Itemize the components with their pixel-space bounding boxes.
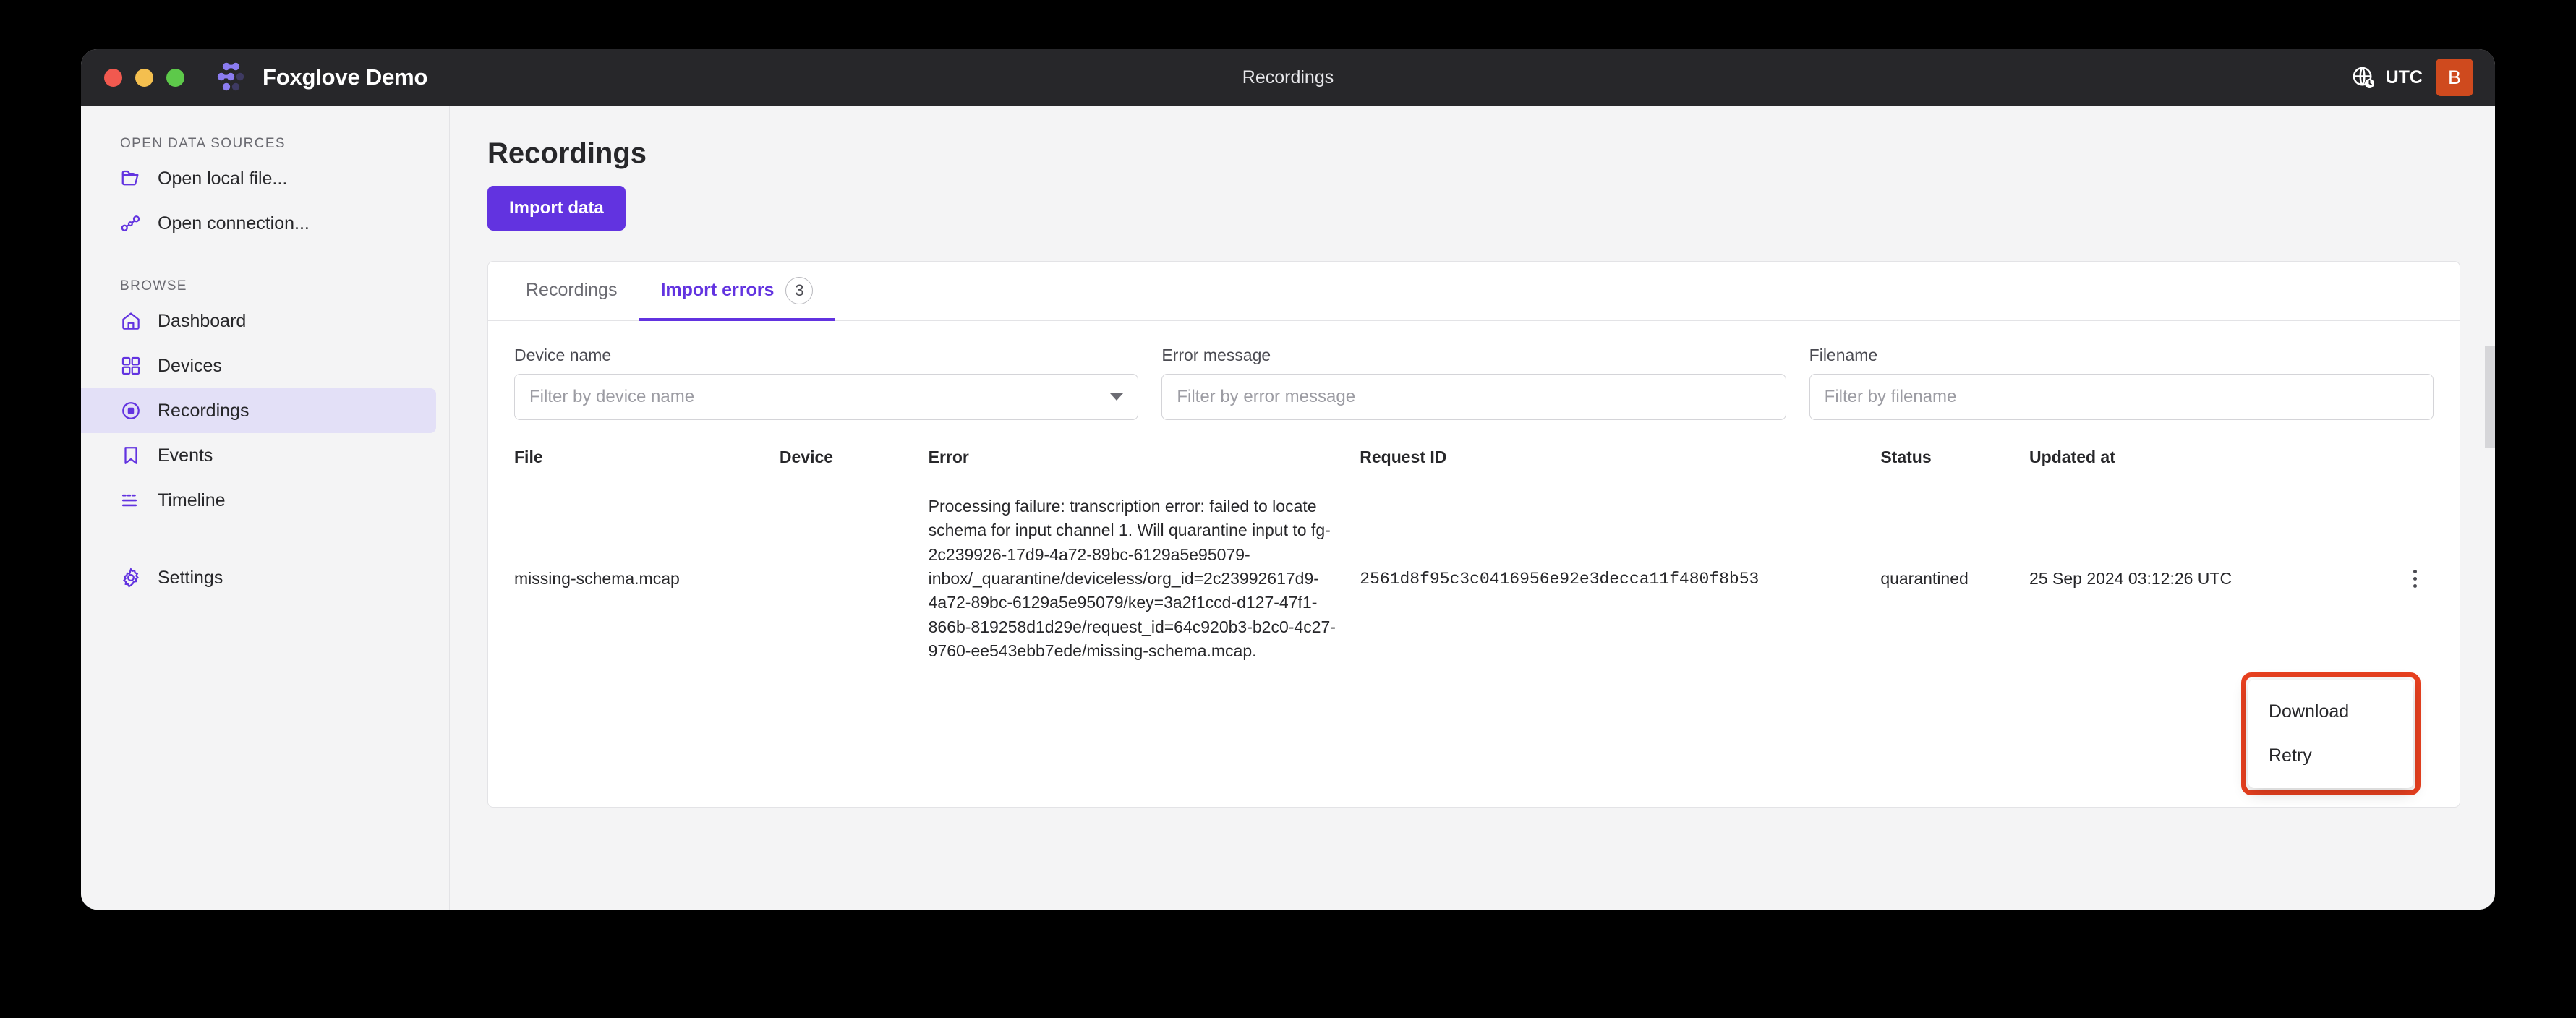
row-overflow-menu-button[interactable]	[2402, 567, 2427, 591]
app-title: Foxglove Demo	[263, 64, 427, 90]
filter-label: Device name	[514, 346, 1138, 365]
column-header-file: File	[488, 439, 771, 486]
close-window-button[interactable]	[104, 69, 122, 87]
sidebar-item-label: Timeline	[158, 490, 226, 511]
gear-icon	[120, 567, 142, 589]
page-title: Recordings	[487, 137, 2460, 170]
tab-import-errors[interactable]: Import errors 3	[639, 262, 835, 321]
timezone-button[interactable]: UTC	[2351, 65, 2423, 90]
import-data-button[interactable]: Import data	[487, 186, 626, 231]
tab-label: Import errors	[660, 280, 774, 301]
title-bar: Foxglove Demo Recordings UTC B	[81, 49, 2495, 106]
cell-file: missing-schema.mcap	[488, 486, 771, 672]
filename-input[interactable]: Filter by filename	[1809, 374, 2434, 420]
sidebar-section-open-data-sources: OPEN DATA SOURCES	[81, 136, 449, 156]
error-message-text: Processing failure: transcription error:…	[929, 495, 1343, 663]
tab-recordings[interactable]: Recordings	[504, 262, 639, 321]
page-scrollbar[interactable]	[2485, 346, 2495, 910]
sidebar-item-open-connection[interactable]: Open connection...	[81, 201, 436, 246]
connection-icon	[120, 213, 142, 234]
sidebar-section-browse: BROWSE	[81, 278, 449, 299]
table-header: File Device Error Request ID Status Upda…	[488, 439, 2460, 486]
cell-updated-at: 25 Sep 2024 03:12:26 UTC	[2021, 486, 2370, 672]
sidebar-item-open-local-file[interactable]: Open local file...	[81, 156, 436, 201]
bookmark-icon	[120, 445, 142, 466]
sidebar-item-recordings[interactable]: Recordings	[81, 388, 436, 433]
device-name-select-value: Filter by device name	[529, 387, 694, 407]
user-avatar[interactable]: B	[2436, 59, 2473, 96]
sidebar-item-events[interactable]: Events	[81, 433, 436, 478]
sidebar-item-label: Settings	[158, 568, 223, 589]
column-header-updated-at: Updated at	[2021, 439, 2370, 486]
import-errors-table: File Device Error Request ID Status Upda…	[488, 439, 2460, 672]
sidebar-item-label: Open connection...	[158, 213, 310, 234]
menu-item-retry[interactable]: Retry	[2248, 734, 2413, 778]
record-circle-icon	[120, 400, 142, 422]
cell-status: quarantined	[1872, 486, 2021, 672]
table-header-row: File Device Error Request ID Status Upda…	[488, 439, 2460, 486]
sidebar-item-dashboard[interactable]: Dashboard	[81, 299, 436, 343]
menu-item-download[interactable]: Download	[2248, 690, 2413, 734]
filter-label: Filename	[1809, 346, 2434, 365]
window-center-title: Recordings	[81, 67, 2495, 88]
cell-error: Processing failure: transcription error:…	[920, 486, 1352, 672]
home-icon	[120, 310, 142, 332]
column-header-status: Status	[1872, 439, 2021, 486]
tab-badge-count: 3	[785, 277, 813, 304]
timeline-icon	[120, 489, 142, 511]
row-context-menu-wrapper: Download Retry	[2241, 672, 2421, 795]
filter-error-message: Error message Filter by error message	[1161, 346, 1786, 420]
sidebar-item-label: Events	[158, 445, 213, 466]
tab-label: Recordings	[526, 280, 617, 301]
column-header-error: Error	[920, 439, 1352, 486]
window-body: OPEN DATA SOURCES Open local file...	[81, 106, 2495, 910]
cell-request-id: 2561d8f95c3c0416956e92e3decca11f480f8b53	[1351, 486, 1872, 672]
minimize-window-button[interactable]	[135, 69, 153, 87]
column-header-device: Device	[771, 439, 920, 486]
row-context-menu: Download Retry	[2248, 680, 2413, 788]
filter-label: Error message	[1161, 346, 1786, 365]
filter-filename: Filename Filter by filename	[1809, 346, 2434, 420]
cell-row-actions	[2371, 486, 2460, 672]
main-content: Recordings Import data Recordings Import…	[450, 106, 2495, 910]
annotation-highlight-box: Download Retry	[2241, 672, 2421, 795]
grid-icon	[120, 355, 142, 377]
globe-clock-icon	[2351, 65, 2376, 90]
error-message-input-placeholder: Filter by error message	[1177, 387, 1355, 407]
filter-device-name: Device name Filter by device name	[514, 346, 1138, 420]
timezone-label: UTC	[2386, 67, 2423, 88]
app-brand: Foxglove Demo	[215, 61, 427, 94]
sidebar-item-label: Open local file...	[158, 168, 287, 189]
app-window: Foxglove Demo Recordings UTC B OPE	[81, 49, 2495, 910]
foxglove-logo-icon	[215, 61, 248, 94]
cell-device	[771, 486, 920, 672]
tab-bar: Recordings Import errors 3	[488, 262, 2460, 321]
title-bar-actions: UTC B	[2351, 59, 2495, 96]
table-body: missing-schema.mcap Processing failure: …	[488, 486, 2460, 672]
device-name-select[interactable]: Filter by device name	[514, 374, 1138, 420]
column-header-actions	[2371, 439, 2460, 486]
page-scrollbar-thumb[interactable]	[2485, 346, 2495, 448]
sidebar-item-label: Devices	[158, 356, 222, 377]
sidebar-item-devices[interactable]: Devices	[81, 343, 436, 388]
sidebar-item-timeline[interactable]: Timeline	[81, 478, 436, 523]
window-traffic-lights	[81, 69, 184, 87]
folder-open-icon	[120, 168, 142, 189]
import-errors-card: Recordings Import errors 3 Device name F…	[487, 261, 2460, 808]
sidebar: OPEN DATA SOURCES Open local file...	[81, 106, 450, 910]
maximize-window-button[interactable]	[166, 69, 184, 87]
filename-input-placeholder: Filter by filename	[1825, 387, 1957, 407]
sidebar-item-label: Recordings	[158, 401, 249, 422]
chevron-down-icon	[1110, 393, 1123, 401]
column-header-request-id: Request ID	[1351, 439, 1872, 486]
error-message-input[interactable]: Filter by error message	[1161, 374, 1786, 420]
sidebar-item-settings[interactable]: Settings	[81, 555, 436, 600]
filter-bar: Device name Filter by device name Error …	[488, 321, 2460, 439]
table-row[interactable]: missing-schema.mcap Processing failure: …	[488, 486, 2460, 672]
sidebar-item-label: Dashboard	[158, 311, 246, 332]
